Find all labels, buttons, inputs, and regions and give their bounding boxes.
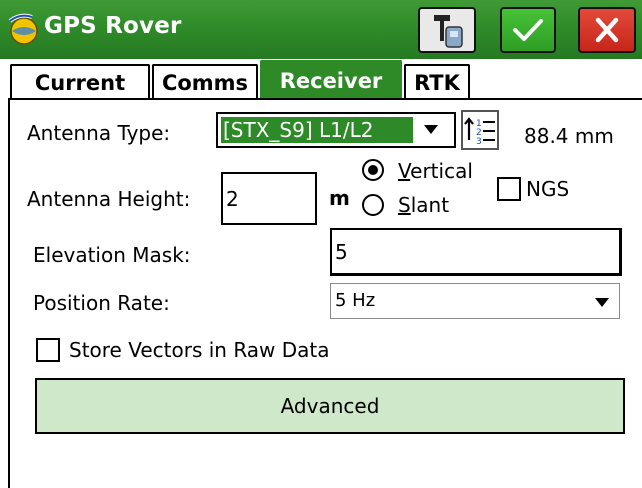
dropdown-arrow-icon bbox=[424, 125, 438, 134]
store-vectors-checkbox[interactable] bbox=[36, 338, 60, 362]
dropdown-arrow-icon bbox=[595, 298, 609, 307]
checkmark-icon bbox=[513, 19, 543, 41]
antenna-height-input[interactable]: 2 bbox=[221, 172, 317, 225]
svg-text:3: 3 bbox=[476, 137, 482, 147]
antenna-type-value: [STX_S9] L1/L2 bbox=[221, 117, 413, 143]
antenna-list-button[interactable]: 1 2 3 bbox=[461, 110, 499, 150]
elevation-mask-label: Elevation Mask: bbox=[33, 243, 191, 267]
slant-radio[interactable] bbox=[362, 194, 384, 216]
vertical-label: Vertical bbox=[398, 159, 473, 183]
tab-receiver[interactable]: Receiver bbox=[260, 60, 402, 100]
vertical-radio[interactable] bbox=[362, 159, 384, 181]
close-x-icon bbox=[595, 17, 619, 43]
slant-label-rest: lant bbox=[410, 193, 450, 217]
advanced-button[interactable]: Advanced bbox=[35, 378, 625, 434]
tab-comms[interactable]: Comms bbox=[152, 64, 258, 100]
position-rate-value: 5 Hz bbox=[335, 290, 376, 311]
position-rate-dropdown[interactable]: 5 Hz bbox=[330, 283, 620, 319]
slant-hotkey: S bbox=[398, 193, 411, 217]
antenna-offset-text: 88.4 mm bbox=[524, 124, 614, 148]
ngs-checkbox[interactable] bbox=[497, 177, 521, 201]
accept-button[interactable] bbox=[500, 7, 556, 53]
antenna-tool-button[interactable] bbox=[418, 7, 476, 53]
store-vectors-label: Store Vectors in Raw Data bbox=[69, 338, 330, 362]
slant-label: Slant bbox=[398, 193, 449, 217]
satellite-globe-icon bbox=[6, 11, 42, 47]
antenna-list-icon: 1 2 3 bbox=[464, 117, 495, 147]
position-rate-label: Position Rate: bbox=[33, 291, 170, 315]
elevation-mask-input[interactable]: 5 bbox=[330, 228, 622, 276]
ngs-label: NGS bbox=[526, 177, 570, 201]
vertical-label-rest: ertical bbox=[410, 159, 473, 183]
antenna-type-label: Antenna Type: bbox=[27, 121, 171, 145]
radio-selected-dot bbox=[368, 165, 378, 175]
antenna-type-dropdown[interactable]: [STX_S9] L1/L2 bbox=[216, 112, 456, 148]
tab-current[interactable]: Current bbox=[10, 64, 150, 100]
tab-rtk[interactable]: RTK bbox=[404, 64, 470, 100]
app-title: GPS Rover bbox=[44, 13, 182, 39]
close-button[interactable] bbox=[578, 7, 636, 53]
vertical-hotkey: V bbox=[398, 159, 411, 183]
height-unit: m bbox=[329, 186, 350, 210]
antenna-height-label: Antenna Height: bbox=[27, 187, 191, 211]
antenna-tool-icon bbox=[434, 15, 463, 48]
